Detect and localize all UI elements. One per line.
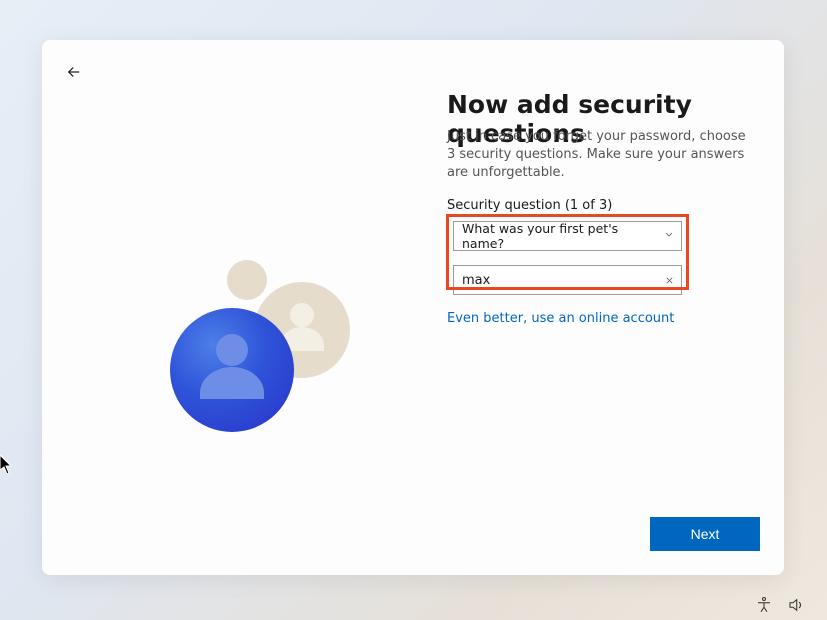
page-subtitle: Just in case you forget your password, c… bbox=[447, 128, 747, 183]
cursor-icon bbox=[0, 455, 16, 479]
accessibility-icon[interactable] bbox=[755, 596, 773, 614]
question-label: Security question (1 of 3) bbox=[447, 198, 612, 213]
next-button-label: Next bbox=[691, 526, 720, 542]
answer-input[interactable] bbox=[454, 273, 657, 288]
security-question-select[interactable]: What was your first pet's name? bbox=[453, 221, 682, 251]
clear-answer-button[interactable] bbox=[657, 266, 681, 294]
next-button[interactable]: Next bbox=[650, 517, 760, 551]
setup-panel: Now add security questions Just in case … bbox=[42, 40, 784, 575]
volume-icon[interactable] bbox=[787, 596, 805, 614]
system-tray bbox=[755, 596, 805, 614]
arrow-left-icon bbox=[65, 63, 83, 81]
online-account-link[interactable]: Even better, use an online account bbox=[447, 311, 674, 326]
security-question-selected: What was your first pet's name? bbox=[462, 221, 657, 251]
chevron-down-icon bbox=[663, 229, 675, 244]
back-button[interactable] bbox=[60, 58, 88, 86]
close-icon bbox=[664, 275, 675, 286]
hero-illustration bbox=[142, 235, 362, 455]
answer-field bbox=[453, 265, 682, 295]
